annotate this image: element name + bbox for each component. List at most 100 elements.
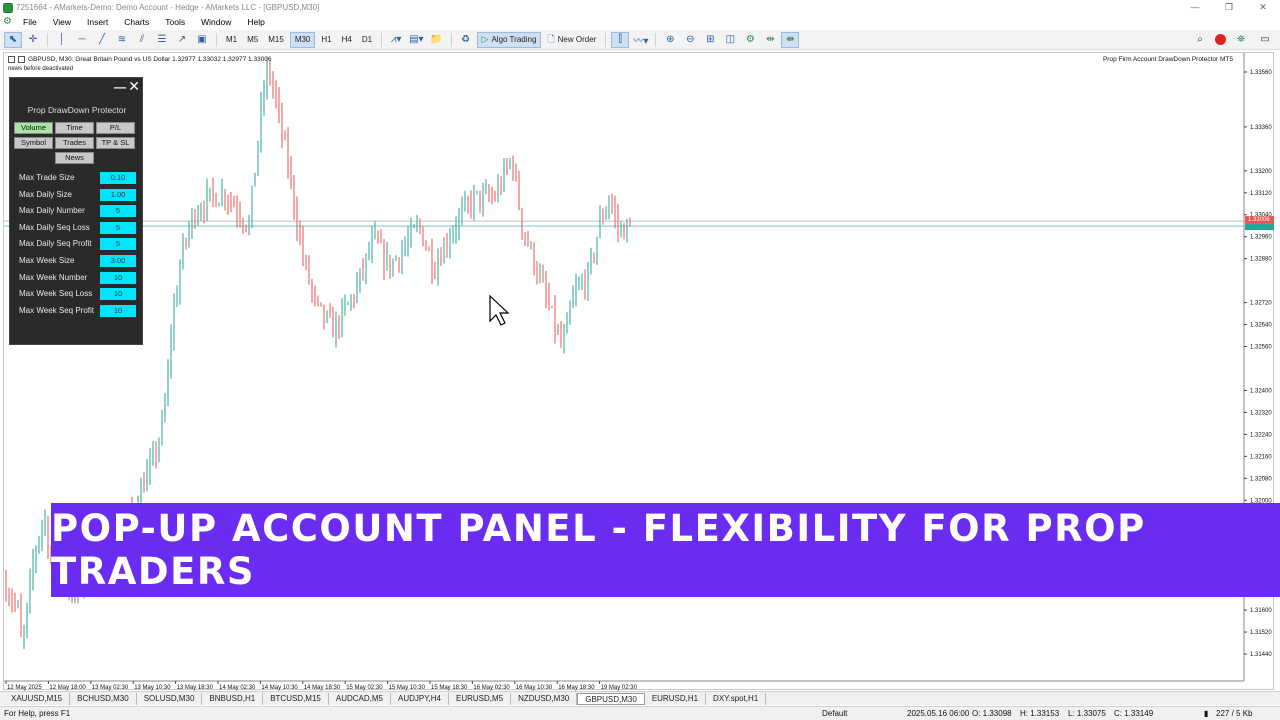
zoom-out-icon[interactable]: ⊖ [681, 32, 699, 48]
mt5-logo-icon: ⚙ [3, 16, 12, 27]
max-week-size-input[interactable]: 3.00 [100, 255, 136, 267]
fibonacci-icon[interactable]: ≋ [113, 32, 131, 48]
close-window-button[interactable]: ✕ [1246, 2, 1280, 13]
max-daily-size-input[interactable]: 1.00 [100, 189, 136, 201]
price-label: 1.33360 [1250, 125, 1272, 131]
chart-tab[interactable]: NZDUSD,M30 [511, 692, 578, 705]
strategy-icon[interactable]: ♻ [457, 32, 475, 48]
depth-of-market-icon[interactable]: ⫿ [611, 31, 630, 48]
mouse-cursor-icon [489, 294, 510, 326]
menu-window[interactable]: Window [193, 17, 239, 27]
chart-tab[interactable]: XAUUSD,M15 [4, 692, 71, 705]
play-icon: ▷ [481, 34, 489, 44]
gann-icon[interactable]: ☰ [153, 32, 171, 48]
signals-icon[interactable]: 〰▾ [631, 32, 650, 48]
channel-icon[interactable]: ⫽ [133, 32, 151, 48]
panel-title: Prop DrawDown Protector [27, 105, 127, 115]
menu-bar: ⚙ File View Insert Charts Tools Window H… [0, 15, 1280, 29]
chart-menu-icon[interactable] [8, 56, 15, 63]
menu-insert[interactable]: Insert [79, 17, 116, 27]
chart-tab[interactable]: DXY.spot,H1 [706, 692, 767, 705]
price-label: 1.32880 [1250, 257, 1272, 263]
panel-tab-symbol[interactable]: Symbol [14, 137, 53, 149]
new-order-label: New Order [557, 35, 597, 44]
pitchfork-icon[interactable]: ↗ [173, 32, 191, 48]
zoom-in-icon[interactable]: ⊕ [661, 32, 679, 48]
price-label: 1.31520 [1250, 630, 1272, 636]
trendline-icon[interactable]: ╱ [93, 32, 111, 48]
chart-tab[interactable]: BNBUSD,H1 [202, 692, 264, 705]
account-icon[interactable]: ⛯ [1232, 32, 1250, 48]
chart-settings-icon[interactable] [18, 56, 25, 63]
chart-tab[interactable]: EURUSD,M5 [449, 692, 512, 705]
max-week-number-input[interactable]: 10 [100, 272, 136, 284]
status-profile[interactable]: Default [822, 709, 847, 718]
panel-close-button[interactable]: ✕ [128, 78, 140, 95]
chart-tab[interactable]: SOLUSD,M30 [137, 692, 203, 705]
cursor-icon[interactable]: ⬉ [4, 31, 22, 48]
panel-tab-time[interactable]: Time [55, 122, 94, 134]
chart-tab[interactable]: EURUSD,H1 [645, 692, 707, 705]
price-label: 1.32720 [1250, 301, 1272, 307]
properties-icon[interactable]: ⚙ [741, 32, 759, 48]
panel-minimize-button[interactable]: — [114, 80, 126, 94]
menu-charts[interactable]: Charts [116, 17, 157, 27]
chart-tab[interactable]: AUDJPY,H4 [391, 692, 449, 705]
timeframe-m5[interactable]: M5 [243, 32, 262, 48]
shapes-icon[interactable]: ▣ [193, 32, 211, 48]
menu-help[interactable]: Help [239, 17, 272, 27]
search-icon[interactable]: ⌕ [1191, 32, 1209, 48]
menu-file[interactable]: File [15, 17, 45, 27]
max-week-seq-loss-input[interactable]: 10 [100, 288, 136, 300]
tile-windows-icon[interactable]: ⊞ [701, 32, 719, 48]
minimize-window-button[interactable]: — [1178, 2, 1212, 13]
restore-window-button[interactable]: ❐ [1212, 2, 1246, 13]
panel-tab-pl[interactable]: P/L [96, 122, 135, 134]
panel-tab-tp-sl[interactable]: TP & SL [96, 137, 135, 149]
max-trade-size-input[interactable]: 0.10 [100, 172, 136, 184]
layout-icon[interactable]: ▭ [1256, 32, 1274, 48]
status-datetime: 2025.05.16 06:00 [907, 709, 970, 718]
panel-tab-volume[interactable]: Volume [14, 122, 53, 134]
chart-tab[interactable]: BCHUSD,M30 [70, 692, 137, 705]
max-daily-number-input[interactable]: 5 [100, 205, 136, 217]
price-label: 1.32960 [1250, 235, 1272, 241]
max-week-seq-profit-label: Max Week Seq Profit [19, 306, 94, 315]
max-daily-seq-profit-label: Max Daily Seq Profit [19, 239, 92, 248]
status-close: C: 1.33149 [1114, 709, 1154, 718]
max-week-seq-loss-label: Max Week Seq Loss [19, 289, 93, 298]
menu-view[interactable]: View [45, 17, 79, 27]
chart-shift-icon[interactable]: ⇼ [781, 31, 800, 48]
max-daily-seq-profit-input[interactable]: 5 [100, 238, 136, 250]
chart-tab-active[interactable]: GBPUSD,M30 [577, 692, 645, 705]
panel-tab-trades[interactable]: Trades [55, 137, 94, 149]
price-label: 1.32400 [1250, 388, 1272, 394]
crosshair-icon[interactable]: ✛ [24, 32, 42, 48]
menu-tools[interactable]: Tools [157, 17, 193, 27]
max-daily-seq-loss-input[interactable]: 5 [100, 222, 136, 234]
new-order-button[interactable]: 🗋 New Order [543, 32, 600, 48]
templates-icon[interactable]: 📁 [428, 32, 446, 48]
timeframe-d1[interactable]: D1 [358, 32, 376, 48]
chart-tab[interactable]: AUDCAD,M5 [329, 692, 391, 705]
screenshot-icon[interactable]: ◫ [721, 32, 739, 48]
drawdown-protector-panel: — ✕ Prop DrawDown Protector Volume Time … [9, 77, 143, 345]
timeframe-h1[interactable]: H1 [317, 32, 335, 48]
chart-type-icon[interactable]: ⩘▾ [387, 32, 405, 48]
panel-tab-news[interactable]: News [55, 152, 94, 164]
status-bar: For Help, press F1 Default 2025.05.16 06… [0, 706, 1280, 720]
max-week-seq-profit-input[interactable]: 10 [100, 305, 136, 317]
timeframe-m1[interactable]: M1 [222, 32, 241, 48]
horizontal-line-icon[interactable]: ─ [73, 32, 91, 48]
indicators-icon[interactable]: ▤▾ [407, 32, 425, 48]
notifications-icon[interactable] [1215, 34, 1226, 45]
chart-tab[interactable]: BTCUSD,M15 [263, 692, 329, 705]
vertical-line-icon[interactable]: │ [53, 32, 71, 48]
price-label: 1.33200 [1250, 169, 1272, 175]
status-traffic: 227 / 5 Kb [1216, 709, 1253, 718]
timeframe-m15[interactable]: M15 [264, 32, 288, 48]
autoscroll-icon[interactable]: ⇹ [761, 32, 779, 48]
algo-trading-button[interactable]: ▷ Algo Trading [476, 31, 542, 48]
timeframe-m30[interactable]: M30 [289, 31, 316, 48]
timeframe-h4[interactable]: H4 [338, 32, 356, 48]
